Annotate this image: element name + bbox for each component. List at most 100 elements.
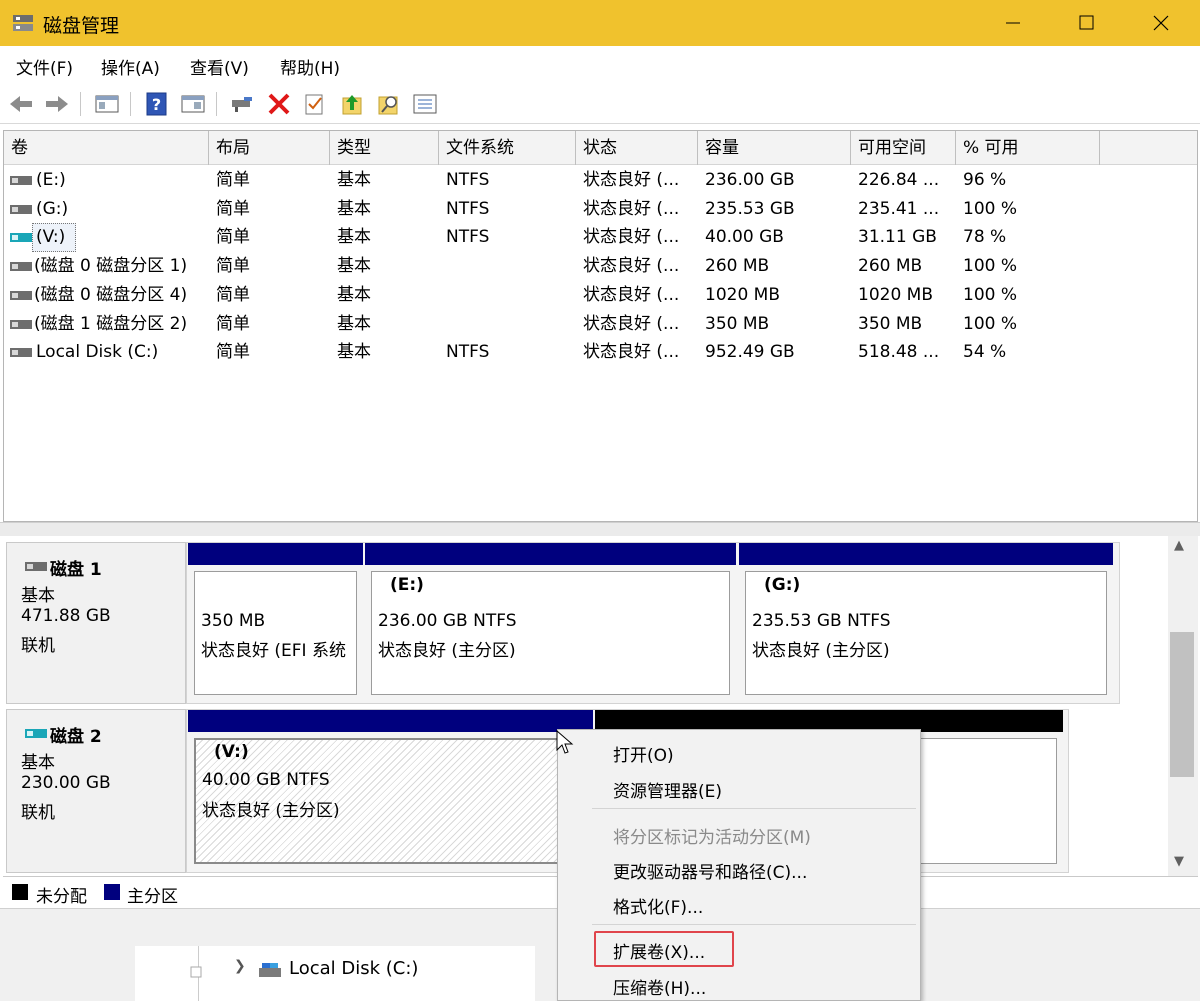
connect-drive-button[interactable] [229, 92, 255, 116]
legend-label-unallocated: 未分配 [36, 887, 87, 907]
expand-chevron-icon[interactable]: ❯ [234, 958, 246, 974]
cell-cap: 260 MB [705, 256, 770, 277]
partition-size: 235.53 GB NTFS [752, 611, 891, 631]
partition-status: 状态良好 (主分区) [202, 801, 340, 821]
up-arrow-icon [342, 95, 362, 115]
scroll-down-icon[interactable]: ▼ [1174, 854, 1184, 869]
minimize-button[interactable] [984, 0, 1042, 46]
disk-size: 471.88 GB [21, 606, 111, 626]
legend-label-primary: 主分区 [127, 887, 178, 907]
cell-layout: 简单 [216, 313, 250, 334]
partition-g[interactable]: (G:) 235.53 GB NTFS 状态良好 (主分区) [739, 543, 1113, 701]
partition-status: 状态良好 (主分区) [752, 641, 890, 661]
up-button[interactable] [340, 92, 366, 116]
cell-fs [446, 310, 576, 339]
cell-cap: 952.49 GB [705, 342, 795, 363]
cell-status: 状态良好 (... [583, 313, 680, 334]
maximize-button[interactable] [1058, 0, 1116, 46]
cell-vol: (E:) [36, 170, 66, 190]
col-layout[interactable]: 布局 [209, 131, 330, 165]
table-row[interactable]: (磁盘 0 磁盘分区 4) 简单 基本 状态良好 (... 1020 MB 1020 MB… [4, 281, 1197, 310]
disk-1-header[interactable]: 磁盘 1 基本 471.88 GB 联机 [6, 542, 186, 704]
connect-drive-icon [232, 97, 252, 112]
show-hide-console-button[interactable] [94, 92, 120, 116]
partition-efi[interactable]: 350 MB 状态良好 (EFI 系统 [188, 543, 363, 701]
cell-free: 350 MB [858, 313, 923, 334]
cell-status: 状态良好 (... [583, 227, 680, 248]
cell-cap: 40.00 GB [705, 227, 784, 248]
table-row[interactable]: (G:) 简单 基本 NTFS 状态良好 (... 235.53 GB 235.41 ...… [4, 195, 1197, 224]
maximize-icon [1079, 15, 1094, 30]
partition-e[interactable]: (E:) 236.00 GB NTFS 状态良好 (主分区) [365, 543, 736, 701]
delete-icon [268, 93, 290, 115]
mouse-cursor-icon [556, 730, 574, 754]
table-row[interactable]: (磁盘 1 磁盘分区 2) 简单 基本 状态良好 (... 350 MB 350 MB 10… [4, 310, 1197, 339]
menu-action[interactable]: 操作(A) [101, 54, 160, 79]
disk-icon [25, 729, 47, 738]
disk-type: 基本 [21, 586, 55, 606]
cell-pct: 100 % [963, 256, 1018, 277]
ctx-change-drive-letter[interactable]: 更改驱动器号和路径(C)... [613, 858, 807, 883]
col-volume[interactable]: 卷 [4, 131, 209, 165]
show-hide-console-icon [95, 95, 119, 113]
properties-button[interactable] [180, 92, 206, 116]
col-filesystem[interactable]: 文件系统 [439, 131, 576, 165]
pane-splitter[interactable] [0, 522, 1200, 536]
ctx-mark-active: 将分区标记为活动分区(M) [613, 828, 811, 848]
table-row[interactable]: Local Disk (C:) 简单 基本 NTFS 状态良好 (... 952.49 G… [4, 338, 1197, 367]
cell-type: 基本 [337, 342, 371, 363]
partition-v[interactable]: (V:) 40.00 GB NTFS 状态良好 (主分区) [188, 710, 593, 870]
minimize-icon [1006, 22, 1020, 24]
cell-vol: (V:) [32, 223, 76, 253]
partition-size: 236.00 GB NTFS [378, 611, 517, 631]
menu-view[interactable]: 查看(V) [190, 54, 249, 79]
list-icon [413, 94, 437, 114]
table-row[interactable]: (V:) 简单 基本 NTFS 状态良好 (... 40.00 GB 31.11 GB 78 … [4, 223, 1197, 253]
cell-free: 260 MB [858, 256, 923, 277]
disk-2-header[interactable]: 磁盘 2 基本 230.00 GB 联机 [6, 709, 186, 873]
search-button[interactable] [376, 92, 402, 116]
cell-type: 基本 [337, 284, 371, 305]
cell-pct: 96 % [963, 170, 1007, 190]
close-icon [1153, 15, 1169, 31]
ctx-format[interactable]: 格式化(F)... [613, 893, 703, 918]
table-row[interactable]: (E:) 简单 基本 NTFS 状态良好 (... 236.00 GB 226.84 ...… [4, 166, 1197, 195]
cell-cap: 1020 MB [705, 284, 780, 305]
cell-cap: 350 MB [705, 313, 770, 334]
col-capacity[interactable]: 容量 [698, 131, 851, 165]
volume-list: 卷 布局 类型 文件系统 状态 容量 可用空间 % 可用 (E:) 简单 基本 NTF… [3, 130, 1198, 522]
scrollbar-thumb[interactable] [1170, 632, 1194, 777]
col-status[interactable]: 状态 [576, 131, 698, 165]
table-row[interactable]: (磁盘 0 磁盘分区 1) 简单 基本 状态良好 (... 260 MB 260 MB 10… [4, 252, 1197, 281]
col-percent-free[interactable]: % 可用 [956, 131, 1100, 165]
ctx-extend-volume[interactable]: 扩展卷(X)... [613, 938, 705, 963]
disk-state: 联机 [21, 636, 55, 656]
back-button[interactable] [8, 92, 34, 116]
scroll-up-icon[interactable]: ▲ [1174, 538, 1184, 553]
ctx-shrink-volume[interactable]: 压缩卷(H)... [613, 974, 706, 999]
disk-icon [25, 562, 47, 571]
partition-size: 40.00 GB NTFS [202, 770, 330, 790]
cell-layout: 简单 [216, 227, 250, 248]
list-button[interactable] [412, 92, 438, 116]
cell-layout: 简单 [216, 342, 250, 363]
ctx-open[interactable]: 打开(O) [613, 741, 674, 766]
title-bar: 磁盘管理 [0, 0, 1200, 46]
check-button[interactable] [302, 92, 328, 116]
cell-type: 基本 [337, 198, 371, 219]
drive-icon [259, 963, 281, 977]
col-type[interactable]: 类型 [330, 131, 439, 165]
delete-button[interactable] [266, 92, 292, 116]
menu-file[interactable]: 文件(F) [16, 54, 73, 79]
col-free-space[interactable]: 可用空间 [851, 131, 956, 165]
help-button[interactable]: ? [144, 92, 170, 116]
menu-help[interactable]: 帮助(H) [280, 54, 340, 79]
disk-size: 230.00 GB [21, 773, 111, 793]
forward-button[interactable] [44, 92, 70, 116]
ctx-explorer[interactable]: 资源管理器(E) [613, 777, 722, 802]
tree-item-local-disk[interactable]: Local Disk (C:) [289, 958, 418, 979]
close-button[interactable] [1132, 0, 1190, 46]
cell-vol: (G:) [36, 198, 69, 219]
cell-layout: 简单 [216, 256, 250, 277]
partition-label: (G:) [764, 575, 801, 595]
